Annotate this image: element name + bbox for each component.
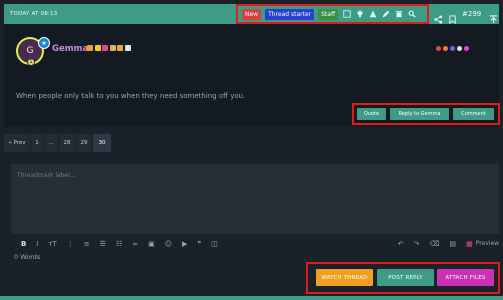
current-page[interactable]: 30 — [93, 134, 111, 152]
award-icon — [109, 45, 116, 51]
award-icon — [94, 45, 101, 51]
annotation-box-tools — [236, 4, 429, 24]
save-draft-icon[interactable]: ▤ — [449, 240, 456, 248]
mail-icon[interactable] — [124, 45, 131, 51]
page-ellipsis[interactable]: ... — [44, 134, 58, 152]
staff-star-icon: ★ — [38, 37, 50, 49]
italic-button[interactable]: I — [36, 240, 38, 248]
post-reply-button[interactable]: POST REPLY — [377, 269, 434, 286]
post-message: When people only talk to you when they n… — [16, 92, 246, 100]
dot — [450, 46, 455, 51]
page-link[interactable]: 1 — [31, 134, 43, 152]
dot — [464, 46, 469, 51]
attach-label: ATTACH FILES — [445, 274, 486, 281]
comment-label: Comment — [461, 111, 486, 117]
award-icon — [102, 45, 108, 51]
image-icon[interactable]: ▣ — [148, 240, 155, 248]
list-icon[interactable]: ☰ — [100, 240, 106, 248]
user-color-dots — [436, 46, 471, 51]
dot — [436, 46, 441, 51]
reply-label: Reply to Gemma — [398, 111, 441, 117]
pagination: « Prev 1 ... 28 29 30 — [4, 134, 112, 152]
dot — [457, 46, 462, 51]
preview-button[interactable]: Preview — [476, 240, 499, 247]
post-date: TODAY AT 08:13 — [10, 11, 58, 17]
footer-strip — [0, 296, 503, 300]
quote-button[interactable]: Quote — [357, 108, 386, 120]
quote-icon[interactable]: ❞ — [197, 240, 201, 248]
more-options-icon[interactable]: ⋮ — [67, 240, 74, 248]
user-award-icons — [87, 45, 132, 51]
bookmark-icon[interactable] — [448, 9, 458, 25]
dot — [443, 46, 448, 51]
editor-toolbar: B I тT ⋮ ≡ ☰ ☷ ∞ ▣ ☺ ▶ ❞ ◫ ↶ ↷ ⌫ ▤ ▦ Pre… — [11, 235, 499, 252]
text-size-button[interactable]: тT — [48, 240, 56, 248]
link-icon[interactable]: ∞ — [132, 240, 138, 248]
collapse-icon[interactable] — [489, 9, 499, 24]
media-icon[interactable]: ▶ — [182, 240, 187, 248]
reply-button[interactable]: Reply to Gemma — [390, 108, 449, 120]
award-icon — [87, 45, 93, 51]
reply-editor: Threadmark label... B I тT ⋮ ≡ ☰ ☷ ∞ ▣ ☺… — [11, 164, 499, 262]
preview-icon[interactable]: ▦ — [466, 240, 473, 248]
word-count: 0 Words — [14, 253, 41, 261]
attach-files-button[interactable]: ATTACH FILES — [437, 269, 494, 286]
threadmark-placeholder: Threadmark label... — [17, 172, 76, 179]
post-number[interactable]: #299 — [462, 4, 481, 24]
undo-icon[interactable]: ↶ — [398, 240, 404, 248]
share-icon[interactable] — [434, 9, 444, 24]
numbered-list-icon[interactable]: ☷ — [116, 240, 122, 248]
spoiler-icon[interactable]: ◫ — [211, 240, 218, 248]
page-link[interactable]: 29 — [76, 134, 92, 152]
align-icon[interactable]: ≡ — [84, 240, 90, 248]
bold-button[interactable]: B — [21, 240, 26, 248]
post-reply-label: POST REPLY — [388, 274, 423, 281]
quote-label: Quote — [363, 111, 380, 117]
level-badge-icon: 1 — [27, 58, 35, 66]
redo-icon[interactable]: ↷ — [414, 240, 420, 248]
clear-format-icon[interactable]: ⌫ — [430, 240, 440, 248]
watch-label: WATCH THREAD — [321, 274, 368, 281]
award-icon — [117, 45, 123, 51]
editor-textarea[interactable]: Threadmark label... — [11, 164, 499, 234]
emoji-icon[interactable]: ☺ — [165, 240, 172, 248]
username[interactable]: Gemma — [52, 44, 88, 54]
page-link[interactable]: 28 — [59, 134, 75, 152]
comment-button[interactable]: Comment — [453, 108, 494, 120]
prev-page-button[interactable]: « Prev — [4, 134, 30, 152]
watch-thread-button[interactable]: WATCH THREAD — [316, 269, 373, 286]
